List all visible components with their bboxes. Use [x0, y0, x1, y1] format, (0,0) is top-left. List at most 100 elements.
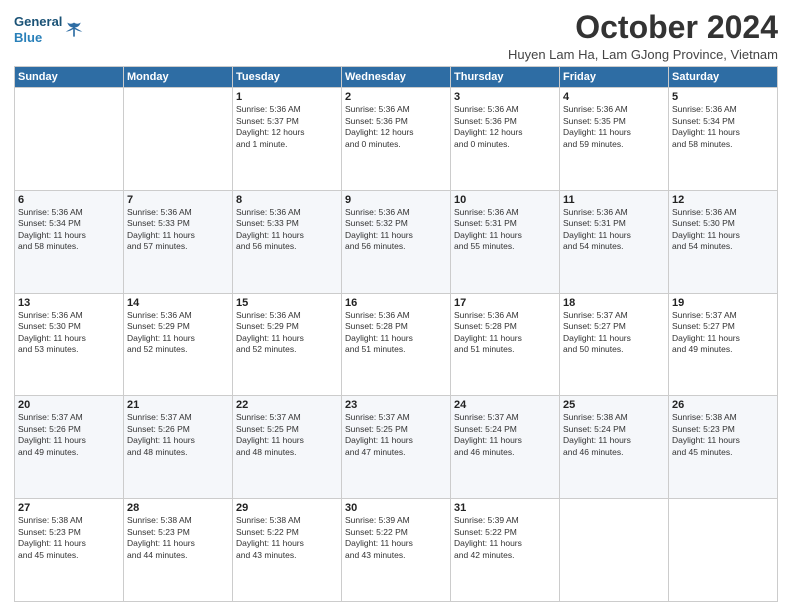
calendar-cell	[124, 88, 233, 191]
page: General Blue October 2024 Huyen Lam Ha, …	[0, 0, 792, 612]
day-number: 6	[18, 194, 120, 206]
day-number: 3	[454, 91, 556, 103]
calendar-cell: 29Sunrise: 5:38 AM Sunset: 5:22 PM Dayli…	[233, 499, 342, 602]
day-number: 24	[454, 399, 556, 411]
day-number: 20	[18, 399, 120, 411]
month-title: October 2024	[508, 10, 778, 45]
logo: General Blue	[14, 14, 84, 45]
day-number: 9	[345, 194, 447, 206]
day-info: Sunrise: 5:37 AM Sunset: 5:24 PM Dayligh…	[454, 412, 556, 458]
day-number: 1	[236, 91, 338, 103]
calendar-cell: 25Sunrise: 5:38 AM Sunset: 5:24 PM Dayli…	[560, 396, 669, 499]
calendar-week-4: 27Sunrise: 5:38 AM Sunset: 5:23 PM Dayli…	[15, 499, 778, 602]
day-number: 31	[454, 502, 556, 514]
day-number: 12	[672, 194, 774, 206]
calendar-cell: 5Sunrise: 5:36 AM Sunset: 5:34 PM Daylig…	[669, 88, 778, 191]
logo-blue: Blue	[14, 30, 62, 46]
day-number: 21	[127, 399, 229, 411]
day-number: 13	[18, 297, 120, 309]
calendar-cell: 11Sunrise: 5:36 AM Sunset: 5:31 PM Dayli…	[560, 190, 669, 293]
weekday-header-row: SundayMondayTuesdayWednesdayThursdayFrid…	[15, 67, 778, 88]
calendar-cell: 1Sunrise: 5:36 AM Sunset: 5:37 PM Daylig…	[233, 88, 342, 191]
day-number: 29	[236, 502, 338, 514]
calendar-cell: 7Sunrise: 5:36 AM Sunset: 5:33 PM Daylig…	[124, 190, 233, 293]
calendar-cell	[15, 88, 124, 191]
calendar-cell: 20Sunrise: 5:37 AM Sunset: 5:26 PM Dayli…	[15, 396, 124, 499]
weekday-header-sunday: Sunday	[15, 67, 124, 88]
calendar-cell: 2Sunrise: 5:36 AM Sunset: 5:36 PM Daylig…	[342, 88, 451, 191]
day-info: Sunrise: 5:37 AM Sunset: 5:25 PM Dayligh…	[345, 412, 447, 458]
day-info: Sunrise: 5:37 AM Sunset: 5:25 PM Dayligh…	[236, 412, 338, 458]
day-info: Sunrise: 5:37 AM Sunset: 5:26 PM Dayligh…	[127, 412, 229, 458]
day-number: 27	[18, 502, 120, 514]
day-info: Sunrise: 5:36 AM Sunset: 5:37 PM Dayligh…	[236, 104, 338, 150]
day-info: Sunrise: 5:36 AM Sunset: 5:36 PM Dayligh…	[345, 104, 447, 150]
day-number: 25	[563, 399, 665, 411]
day-number: 11	[563, 194, 665, 206]
day-number: 19	[672, 297, 774, 309]
day-info: Sunrise: 5:37 AM Sunset: 5:27 PM Dayligh…	[672, 310, 774, 356]
day-info: Sunrise: 5:36 AM Sunset: 5:31 PM Dayligh…	[563, 207, 665, 253]
calendar-cell: 12Sunrise: 5:36 AM Sunset: 5:30 PM Dayli…	[669, 190, 778, 293]
logo-text: General Blue	[14, 14, 62, 45]
weekday-header-saturday: Saturday	[669, 67, 778, 88]
day-info: Sunrise: 5:38 AM Sunset: 5:23 PM Dayligh…	[18, 515, 120, 561]
day-number: 28	[127, 502, 229, 514]
calendar-cell: 15Sunrise: 5:36 AM Sunset: 5:29 PM Dayli…	[233, 293, 342, 396]
day-info: Sunrise: 5:36 AM Sunset: 5:29 PM Dayligh…	[236, 310, 338, 356]
day-info: Sunrise: 5:36 AM Sunset: 5:32 PM Dayligh…	[345, 207, 447, 253]
day-number: 18	[563, 297, 665, 309]
day-info: Sunrise: 5:36 AM Sunset: 5:29 PM Dayligh…	[127, 310, 229, 356]
day-number: 30	[345, 502, 447, 514]
calendar-week-3: 20Sunrise: 5:37 AM Sunset: 5:26 PM Dayli…	[15, 396, 778, 499]
day-info: Sunrise: 5:39 AM Sunset: 5:22 PM Dayligh…	[345, 515, 447, 561]
calendar-cell: 3Sunrise: 5:36 AM Sunset: 5:36 PM Daylig…	[451, 88, 560, 191]
logo-bird-icon	[64, 20, 84, 40]
calendar-cell: 8Sunrise: 5:36 AM Sunset: 5:33 PM Daylig…	[233, 190, 342, 293]
weekday-header-friday: Friday	[560, 67, 669, 88]
day-number: 5	[672, 91, 774, 103]
day-info: Sunrise: 5:36 AM Sunset: 5:30 PM Dayligh…	[672, 207, 774, 253]
day-info: Sunrise: 5:36 AM Sunset: 5:33 PM Dayligh…	[236, 207, 338, 253]
weekday-header-monday: Monday	[124, 67, 233, 88]
calendar-cell: 26Sunrise: 5:38 AM Sunset: 5:23 PM Dayli…	[669, 396, 778, 499]
day-number: 17	[454, 297, 556, 309]
calendar-header: SundayMondayTuesdayWednesdayThursdayFrid…	[15, 67, 778, 88]
day-info: Sunrise: 5:37 AM Sunset: 5:27 PM Dayligh…	[563, 310, 665, 356]
day-number: 14	[127, 297, 229, 309]
day-info: Sunrise: 5:39 AM Sunset: 5:22 PM Dayligh…	[454, 515, 556, 561]
calendar-cell	[560, 499, 669, 602]
day-number: 2	[345, 91, 447, 103]
day-number: 10	[454, 194, 556, 206]
day-info: Sunrise: 5:38 AM Sunset: 5:23 PM Dayligh…	[127, 515, 229, 561]
day-info: Sunrise: 5:38 AM Sunset: 5:23 PM Dayligh…	[672, 412, 774, 458]
calendar-cell: 16Sunrise: 5:36 AM Sunset: 5:28 PM Dayli…	[342, 293, 451, 396]
day-number: 22	[236, 399, 338, 411]
day-info: Sunrise: 5:37 AM Sunset: 5:26 PM Dayligh…	[18, 412, 120, 458]
day-number: 8	[236, 194, 338, 206]
calendar-cell: 23Sunrise: 5:37 AM Sunset: 5:25 PM Dayli…	[342, 396, 451, 499]
calendar-cell: 21Sunrise: 5:37 AM Sunset: 5:26 PM Dayli…	[124, 396, 233, 499]
day-number: 26	[672, 399, 774, 411]
weekday-header-tuesday: Tuesday	[233, 67, 342, 88]
calendar-cell: 14Sunrise: 5:36 AM Sunset: 5:29 PM Dayli…	[124, 293, 233, 396]
day-info: Sunrise: 5:36 AM Sunset: 5:35 PM Dayligh…	[563, 104, 665, 150]
calendar-cell: 17Sunrise: 5:36 AM Sunset: 5:28 PM Dayli…	[451, 293, 560, 396]
calendar-cell: 22Sunrise: 5:37 AM Sunset: 5:25 PM Dayli…	[233, 396, 342, 499]
day-info: Sunrise: 5:36 AM Sunset: 5:36 PM Dayligh…	[454, 104, 556, 150]
day-number: 16	[345, 297, 447, 309]
day-number: 7	[127, 194, 229, 206]
calendar-cell: 10Sunrise: 5:36 AM Sunset: 5:31 PM Dayli…	[451, 190, 560, 293]
day-number: 4	[563, 91, 665, 103]
day-info: Sunrise: 5:36 AM Sunset: 5:28 PM Dayligh…	[454, 310, 556, 356]
calendar-cell: 30Sunrise: 5:39 AM Sunset: 5:22 PM Dayli…	[342, 499, 451, 602]
calendar-cell: 31Sunrise: 5:39 AM Sunset: 5:22 PM Dayli…	[451, 499, 560, 602]
calendar-week-1: 6Sunrise: 5:36 AM Sunset: 5:34 PM Daylig…	[15, 190, 778, 293]
calendar-body: 1Sunrise: 5:36 AM Sunset: 5:37 PM Daylig…	[15, 88, 778, 602]
calendar-cell: 18Sunrise: 5:37 AM Sunset: 5:27 PM Dayli…	[560, 293, 669, 396]
day-number: 23	[345, 399, 447, 411]
calendar-week-0: 1Sunrise: 5:36 AM Sunset: 5:37 PM Daylig…	[15, 88, 778, 191]
day-info: Sunrise: 5:38 AM Sunset: 5:22 PM Dayligh…	[236, 515, 338, 561]
calendar-cell: 9Sunrise: 5:36 AM Sunset: 5:32 PM Daylig…	[342, 190, 451, 293]
subtitle: Huyen Lam Ha, Lam GJong Province, Vietna…	[508, 47, 778, 62]
